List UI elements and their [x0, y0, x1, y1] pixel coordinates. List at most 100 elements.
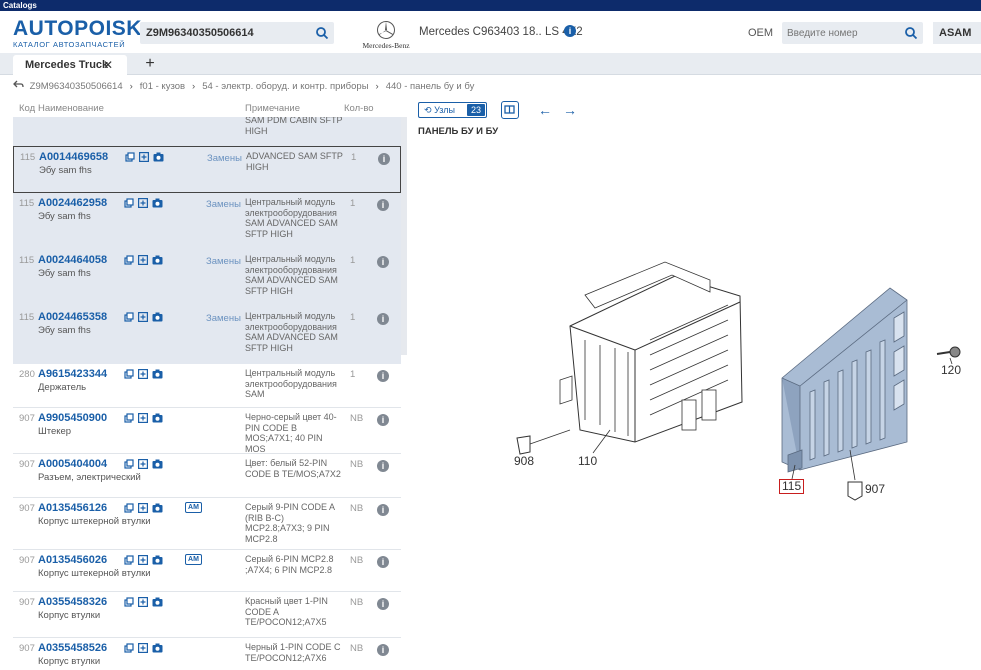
info-icon[interactable]: i [377, 313, 389, 325]
camera-icon[interactable] [152, 312, 163, 322]
part-number-link[interactable]: A0014469658 [39, 151, 108, 163]
add-to-cart-icon[interactable] [138, 413, 148, 423]
info-icon[interactable]: i [377, 644, 389, 656]
add-to-cart-icon[interactable] [138, 198, 148, 208]
search-icon[interactable] [904, 26, 918, 40]
camera-icon[interactable] [153, 152, 164, 162]
breadcrumb-item-vin[interactable]: Z9M96340350506614 [30, 81, 123, 92]
camera-icon[interactable] [152, 597, 163, 607]
add-to-cart-icon[interactable] [138, 369, 148, 379]
copy-icon[interactable] [124, 255, 134, 265]
table-row[interactable]: 907 A0005404004 Разъем, электрический Цвет:… [13, 454, 401, 498]
copy-icon[interactable] [124, 198, 134, 208]
replacements-link[interactable]: Замены [206, 313, 241, 324]
column-header-code[interactable]: Код [19, 103, 35, 114]
callout-120[interactable]: 120 [941, 363, 961, 377]
asam-button[interactable]: ASAM [933, 22, 981, 44]
add-to-cart-icon[interactable] [138, 459, 148, 469]
table-row[interactable]: 907 A0135456126 Корпус штекерной втулки AM С… [13, 498, 401, 550]
camera-icon[interactable] [152, 643, 163, 653]
info-icon[interactable]: i [377, 556, 389, 568]
breadcrumb-item-current[interactable]: 440 - панель бу и бу [386, 81, 475, 92]
list-scrollbar[interactable] [401, 117, 407, 355]
column-header-name[interactable]: Наименование [38, 103, 104, 114]
copy-icon[interactable] [125, 152, 135, 162]
info-icon[interactable]: i [377, 199, 389, 211]
am-badge[interactable]: AM [185, 502, 202, 513]
table-row[interactable]: 907 A0135456026 Корпус штекерной втулки AM С… [13, 550, 401, 592]
arrow-left-icon[interactable]: ← [538, 102, 552, 118]
part-number-link[interactable]: A0005404004 [38, 458, 107, 470]
camera-icon[interactable] [152, 255, 163, 265]
callout-115[interactable]: 115 [779, 479, 805, 494]
info-icon[interactable]: i [377, 414, 389, 426]
camera-icon[interactable] [152, 555, 163, 565]
info-icon[interactable]: i [377, 460, 389, 472]
am-badge[interactable]: AM [185, 554, 202, 565]
part-number-link[interactable]: A0135456026 [38, 554, 107, 566]
replacements-link[interactable]: Замены [207, 153, 242, 164]
add-to-cart-icon[interactable] [139, 152, 149, 162]
autopoisk-logo[interactable]: AUTOPOISK КАТАЛОГ АВТОЗАПЧАСТЕЙ [13, 18, 142, 49]
arrow-right-icon[interactable]: → [563, 102, 577, 118]
info-icon[interactable]: i [377, 598, 389, 610]
camera-icon[interactable] [152, 198, 163, 208]
table-row[interactable]: 907 A0355458326 Корпус втулки Красный цвет … [13, 592, 401, 638]
table-row[interactable]: 115 A0024464058 Эбу sam fhs Замены Центральн… [13, 250, 401, 307]
part-number-link[interactable]: A9615423344 [38, 368, 107, 380]
part-number-link[interactable]: A0355458526 [38, 642, 107, 654]
copy-icon[interactable] [124, 413, 134, 423]
part-number-link[interactable]: A0024465358 [38, 311, 107, 323]
copy-icon[interactable] [124, 597, 134, 607]
add-to-cart-icon[interactable] [138, 643, 148, 653]
vin-input[interactable] [140, 22, 300, 44]
breadcrumb-item-group[interactable]: f01 - кузов [140, 81, 185, 92]
part-number-link[interactable]: A0355458326 [38, 596, 107, 608]
info-icon[interactable]: i [564, 25, 576, 37]
table-row[interactable]: 907 A0355458526 Корпус втулки Черный 1-PIN … [13, 638, 401, 670]
callout-908[interactable]: 908 [514, 454, 534, 468]
table-row-partial[interactable]: SAM PDM CABIN SFTP HIGH [13, 117, 401, 146]
table-row[interactable]: 115 A0014469658 Эбу sam fhs Замены ADVANCED … [13, 146, 401, 193]
callout-907[interactable]: 907 [865, 482, 885, 496]
info-icon[interactable]: i [377, 504, 389, 516]
copy-icon[interactable] [124, 312, 134, 322]
copy-icon[interactable] [124, 555, 134, 565]
column-header-note[interactable]: Примечание [245, 103, 300, 114]
back-arrow-icon[interactable] [13, 80, 27, 94]
column-header-qty[interactable]: Кол-во [344, 103, 374, 114]
callout-110[interactable]: 110 [578, 454, 597, 468]
camera-icon[interactable] [152, 369, 163, 379]
camera-icon[interactable] [152, 413, 163, 423]
breadcrumb-item-subgroup[interactable]: 54 - электр. оборуд. и контр. приборы [202, 81, 368, 92]
add-to-cart-icon[interactable] [138, 555, 148, 565]
parts-diagram[interactable]: 908 110 115 907 120 [410, 140, 981, 670]
info-icon[interactable]: i [377, 370, 389, 382]
copy-icon[interactable] [124, 369, 134, 379]
replacements-link[interactable]: Замены [206, 256, 241, 267]
info-icon[interactable]: i [378, 153, 390, 165]
tab-mercedes-truck[interactable]: Mercedes Truck ✕ [13, 55, 127, 75]
camera-icon[interactable] [152, 459, 163, 469]
part-number-link[interactable]: A0135456126 [38, 502, 107, 514]
nodes-button[interactable]: ⟲ Узлы 23 [418, 102, 487, 118]
table-row[interactable]: 115 A0024465358 Эбу sam fhs Замены Центральн… [13, 307, 401, 364]
add-to-cart-icon[interactable] [138, 597, 148, 607]
oem-input[interactable] [782, 22, 897, 44]
camera-icon[interactable] [152, 503, 163, 513]
copy-icon[interactable] [124, 643, 134, 653]
table-row[interactable]: 280 A9615423344 Держатель Центральный модул… [13, 364, 401, 408]
info-icon[interactable]: i [377, 256, 389, 268]
table-row[interactable]: 115 A0024462958 Эбу sam fhs Замены Центральн… [13, 193, 401, 250]
add-to-cart-icon[interactable] [138, 255, 148, 265]
copy-icon[interactable] [124, 503, 134, 513]
add-to-cart-icon[interactable] [138, 503, 148, 513]
close-icon[interactable]: ✕ [103, 55, 113, 75]
book-icon[interactable] [501, 101, 519, 119]
table-row[interactable]: 907 A9905450900 Штекер Черно-серый цвет 40-… [13, 408, 401, 454]
part-number-link[interactable]: A9905450900 [38, 412, 107, 424]
copy-icon[interactable] [124, 459, 134, 469]
search-icon[interactable] [315, 26, 329, 40]
replacements-link[interactable]: Замены [206, 199, 241, 210]
add-to-cart-icon[interactable] [138, 312, 148, 322]
